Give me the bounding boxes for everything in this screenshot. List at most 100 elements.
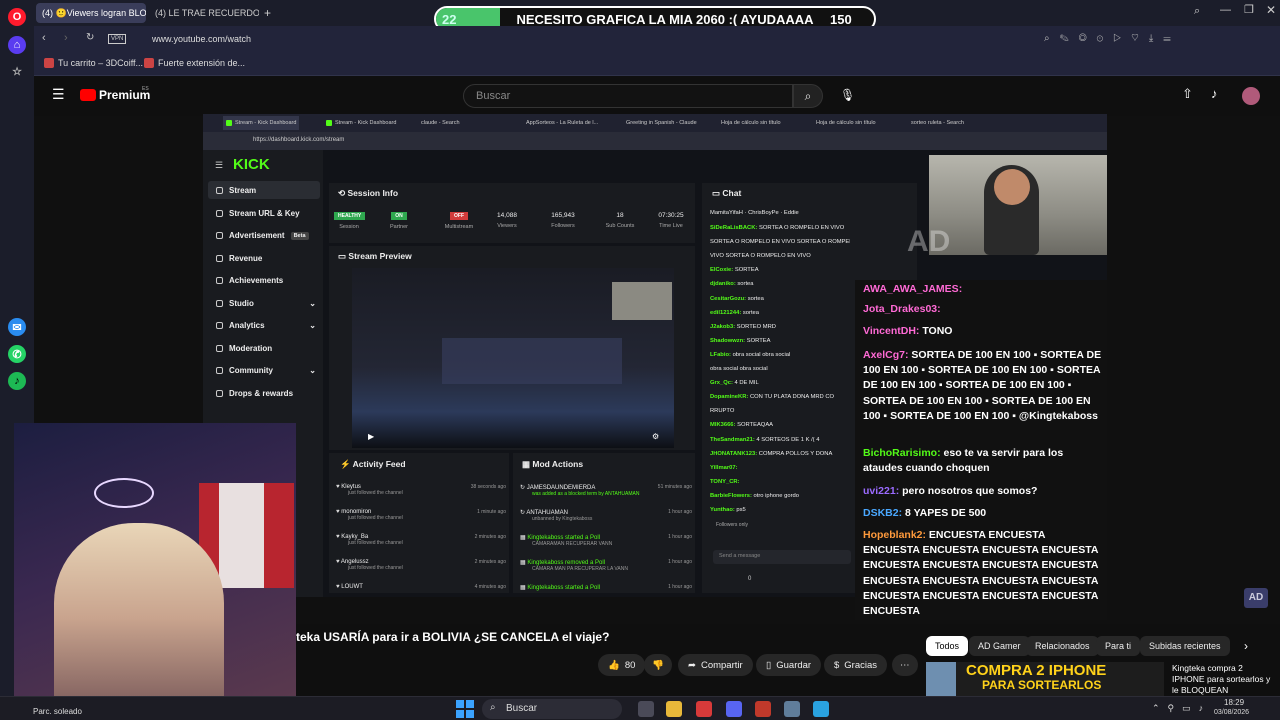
chat-text: obra social obra social — [732, 351, 791, 358]
chat-message: obra social obra social — [710, 366, 850, 372]
maximize-icon[interactable]: ❐ — [1244, 3, 1254, 16]
chevron-down-icon: ⌄ — [309, 321, 316, 330]
stat-time-live: 07:30:25 Time Live — [658, 212, 684, 229]
new-tab-icon[interactable]: + — [264, 3, 278, 23]
overlay-chat-message: uvi221: pero nosotros que somos? — [863, 484, 1103, 499]
mic-icon[interactable]: 🎙 — [840, 88, 855, 102]
spotify-icon[interactable]: ♪ — [8, 372, 26, 390]
bookmark-icon — [144, 58, 154, 68]
sidebar-item-revenue: Revenue — [216, 254, 262, 263]
inner-tab: Stream - Kick Dashboard — [323, 116, 399, 130]
whatsapp-icon[interactable]: ✆ — [8, 345, 26, 363]
forward-icon[interactable]: › — [64, 32, 68, 44]
tray-icons[interactable]: ⌃⚲▭♪ — [1152, 703, 1211, 714]
messenger-icon[interactable]: ✉ — [8, 318, 26, 336]
chat-count: 0 — [748, 576, 752, 582]
search-button[interactable]: ⌕ — [793, 84, 823, 108]
chip-related[interactable]: Relacionados — [1026, 636, 1099, 656]
opera-logo-icon[interactable]: O — [8, 8, 26, 26]
bookmark-item[interactable]: Fuerte extensión de... — [144, 58, 245, 68]
close-icon[interactable]: ✕ — [1266, 3, 1276, 17]
clock-date[interactable]: 03/08/2026 — [1214, 709, 1249, 716]
toolbar-icons[interactable]: ⌕✎◎⊙▷♡⤓☰ — [1044, 33, 1181, 44]
clock-time[interactable]: 18:29 — [1224, 698, 1244, 707]
star-icon[interactable]: ☆ — [8, 62, 26, 80]
face-shape — [994, 169, 1030, 205]
settings-icon[interactable] — [784, 701, 800, 717]
chip-all[interactable]: Todos — [926, 636, 969, 656]
start-icon[interactable] — [456, 700, 474, 718]
chat-text: sortea — [747, 295, 764, 302]
chat-text: sortea — [737, 281, 754, 288]
home-icon[interactable]: ⌂ — [8, 36, 26, 54]
thanks-button[interactable]: $ Gracias — [824, 654, 888, 676]
chat-username: LFabio: — [710, 351, 731, 358]
url-input[interactable]: www.youtube.com/watch — [152, 34, 251, 44]
stat-session: HEALTHY Session — [334, 212, 366, 230]
weather-label[interactable]: Parc. soleado — [33, 707, 82, 716]
stat-subs: 18 Sub Counts — [605, 212, 635, 229]
overlay-chat-username: uvi221: — [863, 485, 900, 497]
task-view-icon[interactable] — [638, 701, 654, 717]
file-explorer-icon[interactable] — [666, 701, 682, 717]
chat-message: J2akob3: SORTEO MRD — [710, 324, 850, 330]
overlay-chat-message: DSKB2: 8 YAPES DE 500 — [863, 506, 1103, 521]
avatar[interactable] — [1242, 87, 1260, 105]
search-input[interactable]: Buscar — [463, 84, 793, 108]
reload-icon[interactable]: ↻ — [86, 32, 94, 43]
kick-menu-icon: ☰ — [215, 160, 224, 170]
like-button[interactable]: 👍 80 — [598, 654, 646, 676]
youtube-logo-icon[interactable] — [80, 89, 96, 101]
chat-text: CON TU PLATA DONA MRD CO — [749, 394, 835, 401]
upload-icon[interactable]: ⇧ — [1182, 86, 1193, 102]
overlay-chat: AWA_AWA_JAMES: Jota_Drakes03: VincentDH: T… — [855, 280, 1107, 620]
minimize-icon[interactable]: — — [1220, 4, 1231, 16]
more-button[interactable]: ⋯ — [892, 654, 918, 676]
thumb-text-2: PARA SORTEARLOS — [982, 678, 1102, 692]
overlay-chat-text: TONO — [919, 325, 953, 337]
chevron-right-icon[interactable]: › — [1244, 639, 1248, 653]
browser-tab[interactable]: (4) LE TRAE RECUERDO — [149, 3, 259, 23]
chat-username: TONY_CR: — [710, 478, 740, 485]
mod-actions-panel — [513, 453, 695, 593]
app-icon[interactable] — [755, 701, 771, 717]
person-shape — [54, 523, 224, 713]
shield-icon — [216, 345, 223, 352]
dislike-button[interactable]: 👎 — [644, 654, 672, 676]
thumb-text: COMPRA 2 IPHONE — [966, 662, 1107, 679]
telegram-icon[interactable] — [813, 701, 829, 717]
sidebar-item-community: Community ⌄ — [216, 366, 316, 375]
chat-message: CesitarGozu: sortea — [710, 296, 850, 302]
ad-icon — [216, 232, 223, 239]
recommended-title[interactable]: Kingteka compra 2 IPHONE para sortearlos… — [1172, 663, 1272, 695]
recommended-thumbnail[interactable]: COMPRA 2 IPHONE PARA SORTEARLOS — [926, 662, 1164, 696]
sidebar-item-moderation: Moderation — [216, 344, 272, 353]
poll-right-count: 150 — [830, 11, 852, 27]
mod-row: ▦ Kingtekaboss started a Poll CAMARAMAN R… — [520, 534, 692, 547]
bookmark-item[interactable]: Tu carrito – 3DCoiff... — [44, 58, 143, 68]
discord-icon[interactable] — [726, 701, 742, 717]
chip-for-you[interactable]: Para ti — [1096, 636, 1141, 656]
sidebar-item-advertisement: Advertisement Beta — [216, 231, 309, 240]
chat-text: SORTEA — [734, 267, 759, 274]
share-button[interactable]: ➦ Compartir — [678, 654, 753, 676]
overlay-chat-username: VincentDH: — [863, 325, 920, 337]
inner-tab: Stream - Kick Dashboard — [223, 116, 300, 130]
opera-icon[interactable] — [696, 701, 712, 717]
taskbar-search[interactable]: ⌕ Buscar — [482, 699, 622, 719]
vpn-badge[interactable]: VPN — [108, 34, 127, 44]
chip-ad-gamer[interactable]: AD Gamer — [969, 636, 1030, 656]
chat-username: SiDeRaLisBACK: — [710, 225, 758, 231]
menu-icon[interactable]: ☰ — [52, 86, 65, 103]
back-icon[interactable]: ‹ — [42, 32, 46, 44]
notifications-icon[interactable]: ♪ — [1211, 86, 1218, 101]
session-info-title: ⟲ Session Info — [338, 188, 399, 198]
search-tabs-icon[interactable]: ⌕ — [1194, 5, 1200, 18]
chat-username: djdaniko: — [710, 281, 736, 288]
chip-recent[interactable]: Subidas recientes — [1140, 636, 1230, 656]
browser-tab[interactable]: (4) 🙂Viewers logran BLO — [36, 3, 146, 23]
save-button[interactable]: ▯ Guardar — [756, 654, 822, 676]
stream-preview-title: ▭ Stream Preview — [338, 251, 412, 261]
ad-watermark-logo: AD — [907, 225, 951, 258]
mod-row: ▦ Kingtekaboss started a Poll 1 hour ago — [520, 584, 692, 591]
